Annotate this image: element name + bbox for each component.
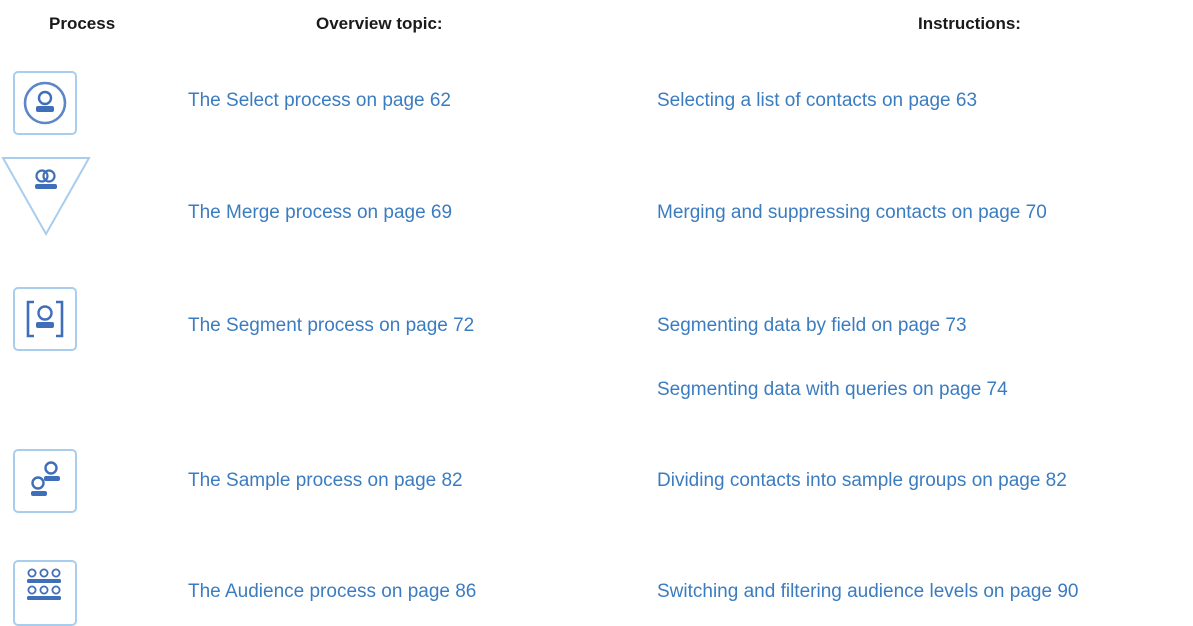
instruction-link-select-list[interactable]: Selecting a list of contacts on page 63: [657, 90, 977, 112]
audience-process-icon: [13, 560, 77, 626]
instruction-link-sample-groups[interactable]: Dividing contacts into sample groups on …: [657, 470, 1067, 492]
instruction-link-merge-suppress[interactable]: Merging and suppressing contacts on page…: [657, 202, 1047, 224]
overview-link-select[interactable]: The Select process on page 62: [188, 90, 451, 112]
segment-process-icon: [13, 287, 77, 351]
sample-process-icon: [13, 449, 77, 513]
instruction-link-segment-field[interactable]: Segmenting data by field on page 73: [657, 315, 967, 337]
merge-process-icon: [1, 157, 91, 237]
header-overview-topic: Overview topic:: [316, 14, 443, 33]
header-process: Process: [49, 14, 116, 33]
overview-link-sample[interactable]: The Sample process on page 82: [188, 470, 463, 492]
header-instructions: Instructions:: [918, 14, 1021, 33]
instruction-link-segment-queries[interactable]: Segmenting data with queries on page 74: [657, 379, 1008, 401]
overview-link-segment[interactable]: The Segment process on page 72: [188, 315, 474, 337]
overview-link-merge[interactable]: The Merge process on page 69: [188, 202, 452, 224]
instruction-link-audience-levels[interactable]: Switching and filtering audience levels …: [657, 581, 1078, 603]
overview-link-audience[interactable]: The Audience process on page 86: [188, 581, 476, 603]
select-process-icon: [13, 71, 77, 135]
process-table: Process Overview topic: Instructions: Th…: [0, 0, 1193, 626]
